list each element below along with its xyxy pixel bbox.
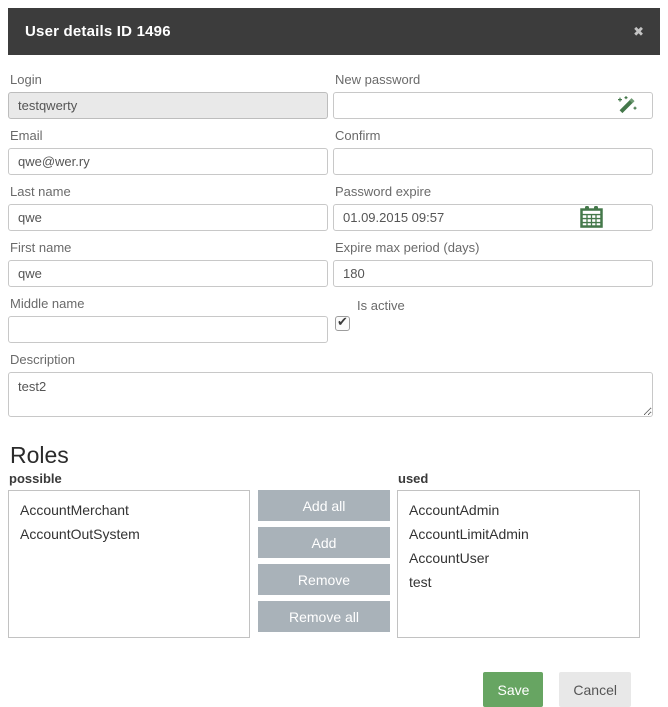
role-item[interactable]: AccountOutSystem [9,522,249,546]
modal-title: User details ID 1496 [25,23,171,40]
roles-section: possible AccountMerchantAccountOutSystem… [8,471,653,638]
is-active-label: Is active [357,298,653,313]
used-label: used [398,471,640,486]
confirm-label: Confirm [335,128,653,143]
roles-buttons: Add all Add Remove Remove all [258,471,390,638]
add-button[interactable]: Add [258,527,390,558]
used-roles-list[interactable]: AccountAdminAccountLimitAdminAccountUser… [397,490,640,638]
new-password-input[interactable] [333,92,653,119]
check-mark-icon: ✔ [337,314,348,330]
calendar-icon[interactable] [580,205,603,229]
role-item[interactable]: test [398,570,639,594]
login-label: Login [10,72,328,87]
password-expire-input[interactable] [333,204,653,231]
add-all-button[interactable]: Add all [258,490,390,521]
email-input[interactable] [8,148,328,175]
role-item[interactable]: AccountAdmin [398,498,639,522]
login-input[interactable] [8,92,328,119]
possible-label: possible [9,471,250,486]
remove-all-button[interactable]: Remove all [258,601,390,632]
wand-icon[interactable] [616,94,637,115]
expire-max-input[interactable] [333,260,653,287]
role-item[interactable]: AccountMerchant [9,498,249,522]
email-label: Email [10,128,328,143]
possible-roles-list[interactable]: AccountMerchantAccountOutSystem [8,490,250,638]
description-input[interactable]: test2 [8,372,653,417]
is-active-checkbox[interactable]: ✔ [335,316,350,331]
middle-name-input[interactable] [8,316,328,343]
confirm-input[interactable] [333,148,653,175]
description-group: Description test2 [8,352,653,422]
middle-name-label: Middle name [10,296,328,311]
last-name-label: Last name [10,184,328,199]
left-column: Login Email Last name First name Middle … [8,72,328,352]
first-name-input[interactable] [8,260,328,287]
new-password-label: New password [335,72,653,87]
role-item[interactable]: AccountUser [398,546,639,570]
modal-body: Login Email Last name First name Middle … [8,55,660,707]
role-item[interactable]: AccountLimitAdmin [398,522,639,546]
remove-button[interactable]: Remove [258,564,390,595]
right-column: New password [333,72,653,352]
password-expire-label: Password expire [335,184,653,199]
expire-max-label: Expire max period (days) [335,240,653,255]
last-name-input[interactable] [8,204,328,231]
modal-header: User details ID 1496 ✖ [8,8,660,55]
description-label: Description [10,352,653,367]
user-details-modal: User details ID 1496 ✖ Login Email Last … [8,8,660,707]
close-icon[interactable]: ✖ [633,25,644,38]
roles-heading: Roles [10,442,653,469]
first-name-label: First name [10,240,328,255]
